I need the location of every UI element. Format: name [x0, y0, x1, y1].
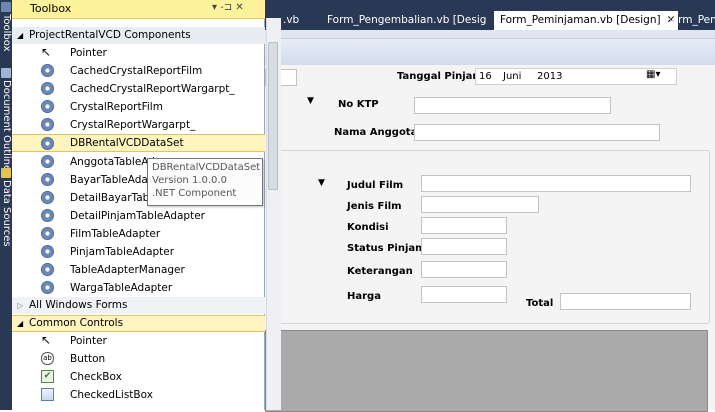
category-common-controls[interactable]: ◢ Common Controls	[12, 315, 265, 332]
toolbox-item[interactable]: TableAdapterManager	[12, 261, 265, 279]
side-tab-data-sources[interactable]: Data Sources	[0, 168, 12, 247]
toolbox-title-bar: Toolbox ▾ ‑⊐ ✕	[12, 0, 265, 19]
tab-form-peminjaman-label: Form_Peminjaman.vb [Design]	[500, 14, 661, 26]
judul-film-label: Judul Film	[347, 180, 404, 191]
button-icon: ab	[41, 352, 54, 365]
date-day: 16	[479, 71, 492, 82]
category-label: Common Controls	[29, 317, 124, 329]
tab-underline	[265, 30, 715, 39]
category-all-windows-forms[interactable]: ▷ All Windows Forms	[12, 297, 265, 314]
checkedlistbox-icon	[41, 388, 54, 401]
component-tooltip: DBRentalVCDDataSet Version 1.0.0.0 .NET …	[147, 158, 263, 206]
keterangan-input[interactable]	[421, 261, 507, 278]
toolbox-item[interactable]: ↖ Pointer	[12, 44, 265, 62]
toolbox-item[interactable]: ✔ CheckBox	[12, 368, 265, 386]
toolbox-item-selected[interactable]: DBRentalVCDDataSet	[12, 134, 265, 152]
checkbox-icon: ✔	[41, 370, 54, 383]
gear-icon	[41, 245, 54, 258]
total-label: Total	[526, 298, 554, 309]
toolbox-icon	[1, 2, 11, 12]
toolbox-window-controls[interactable]: ▾ ‑⊐ ✕	[212, 2, 244, 13]
category-project-components[interactable]: ◢ ProjectRentalVCD Components ▲	[12, 27, 274, 44]
tooltip-type: .NET Component	[152, 188, 237, 199]
gear-icon	[41, 64, 54, 77]
collapse-arrow-icon: ◢	[17, 31, 24, 40]
status-pinjam-label: Status Pinjam	[347, 243, 426, 254]
gear-icon	[41, 173, 54, 186]
no-ktp-label: No KTP	[338, 99, 379, 110]
tanggal-pinjam-datepicker[interactable]: 16 Juni 2013 ▦▾	[475, 68, 677, 85]
toolbox-item[interactable]: CachedCrystalReportWargarpt_	[12, 80, 265, 98]
form-title-strip	[265, 39, 715, 65]
toolbox-item[interactable]: DetailPinjamTableAdapter	[12, 207, 265, 225]
gear-icon	[41, 263, 54, 276]
jenis-film-input[interactable]	[421, 196, 539, 213]
expand-arrow-icon: ▷	[17, 301, 24, 310]
toolbox-item[interactable]: PinjamTableAdapter	[12, 243, 265, 261]
document-outline-icon	[1, 68, 11, 78]
toolbox-item[interactable]: CheckedListBox	[12, 386, 265, 404]
tooltip-version: Version 1.0.0.0	[152, 175, 227, 186]
side-tab-toolbox[interactable]: Toolbox	[0, 2, 12, 52]
collapse-arrow-icon: ◢	[17, 319, 24, 328]
jenis-film-label: Jenis Film	[347, 201, 402, 212]
toolbox-item[interactable]: CachedCrystalReportFilm	[12, 62, 265, 80]
kondisi-label: Kondisi	[347, 222, 389, 233]
gear-icon	[41, 137, 54, 150]
total-input[interactable]	[560, 293, 691, 310]
combo-arrow-icon-2[interactable]: ▼	[318, 178, 325, 188]
tab-partial-left[interactable]: .vb	[283, 11, 309, 30]
harga-label: Harga	[347, 291, 381, 302]
calendar-dropdown-icon[interactable]: ▦▾	[646, 69, 660, 80]
gear-icon	[41, 100, 54, 113]
nama-anggota-input[interactable]	[414, 124, 660, 141]
gear-icon	[41, 118, 54, 131]
tab-form-peminjaman[interactable]: Form_Peminjaman.vb [Design] ✕	[494, 11, 678, 30]
tooltip-name: DBRentalVCDDataSet	[152, 162, 261, 173]
category-label: All Windows Forms	[29, 299, 128, 311]
judul-film-input[interactable]	[421, 175, 691, 192]
data-sources-icon	[1, 168, 11, 178]
gear-icon	[41, 281, 54, 294]
toolbox-item[interactable]: WargaTableAdapter	[12, 279, 265, 297]
pointer-icon: ↖	[41, 45, 52, 59]
status-pinjam-input[interactable]	[421, 238, 507, 255]
gear-icon	[41, 82, 54, 95]
toolbox-item[interactable]: FilmTableAdapter	[12, 225, 265, 243]
tanggal-pinjam-label: Tanggal Pinjam	[397, 71, 483, 82]
gear-icon	[41, 191, 54, 204]
gear-icon	[41, 155, 54, 168]
toolbox-item[interactable]: ↖ Pointer	[12, 332, 265, 350]
category-label: ProjectRentalVCD Components	[29, 29, 191, 41]
no-ktp-input[interactable]	[414, 97, 611, 114]
toolbox-item[interactable]: CrystalReportWargarpt_	[12, 116, 265, 134]
side-tab-document-outline[interactable]: Document Outline	[0, 68, 12, 171]
toolbox-item[interactable]: ab Button	[12, 350, 265, 368]
gear-icon	[41, 227, 54, 240]
date-year: 2013	[537, 71, 563, 82]
tab-form-pengembalian[interactable]: Form_Pengembalian.vb [Design]	[327, 11, 487, 30]
keterangan-label: Keterangan	[347, 266, 413, 277]
toolbox-title: Toolbox	[30, 2, 72, 15]
tab-partial-right[interactable]: Form_Peng	[666, 11, 715, 30]
date-month: Juni	[503, 71, 522, 82]
datagrid-placeholder[interactable]	[265, 330, 708, 412]
kondisi-input[interactable]	[421, 217, 507, 234]
pointer-icon: ↖	[41, 333, 52, 347]
harga-input[interactable]	[421, 286, 507, 303]
toolbox-item[interactable]: CrystalReportFilm	[12, 98, 265, 116]
nama-anggota-label: Nama Anggota	[334, 127, 418, 138]
gear-icon	[41, 209, 54, 222]
toolbox-scroll-thumb[interactable]	[268, 42, 278, 190]
combo-arrow-icon[interactable]: ▼	[307, 96, 314, 106]
